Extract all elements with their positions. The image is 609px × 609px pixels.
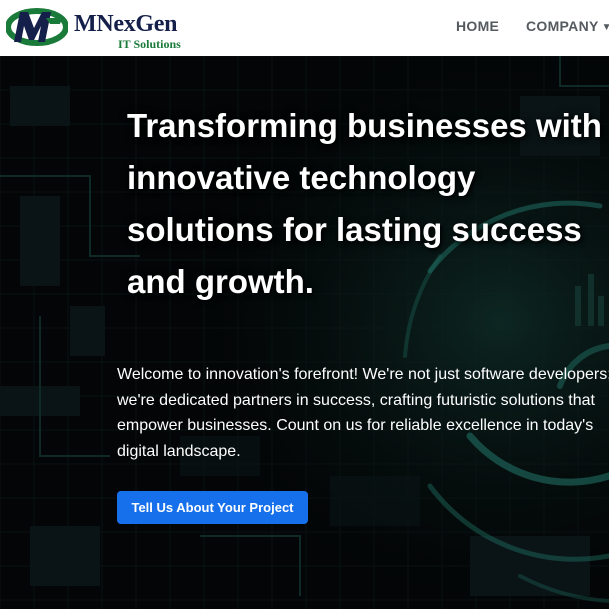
brand-name: MNexGen (74, 11, 178, 37)
intro-line: empower businesses. Count on us for reli… (117, 417, 594, 434)
project-inquiry-button[interactable]: Tell Us About Your Project (117, 491, 308, 524)
nav-item-home[interactable]: HOME (456, 18, 499, 34)
headline-line: solutions for lasting success (127, 211, 582, 248)
nav-item-label: COMPANY (526, 18, 599, 34)
headline-line: Transforming businesses with (127, 107, 602, 144)
caret-down-icon: ▼ (601, 22, 609, 33)
intro-line: Welcome to innovation's forefront! We're… (117, 366, 609, 383)
hero-section: Transforming businesses with innovative … (0, 56, 609, 609)
brand-logo[interactable]: MNexGen IT Solutions (6, 6, 196, 50)
brand-tagline: IT Solutions (118, 37, 181, 51)
headline-line: and growth. (127, 263, 314, 300)
hero-intro: Welcome to innovation's forefront! We're… (117, 362, 609, 464)
hero-headline: Transforming businesses with innovative … (127, 100, 609, 308)
intro-line: we're dedicated partners in success, cra… (117, 391, 595, 409)
nav-item-label: HOME (456, 18, 500, 34)
nav-item-company[interactable]: COMPANY ▼ (526, 18, 609, 34)
mnexgen-logo-icon (6, 8, 68, 46)
site-header: MNexGen IT Solutions HOME COMPANY ▼ (0, 0, 609, 56)
intro-line: digital landscape. (117, 442, 241, 460)
headline-line: innovative technology (127, 159, 476, 196)
